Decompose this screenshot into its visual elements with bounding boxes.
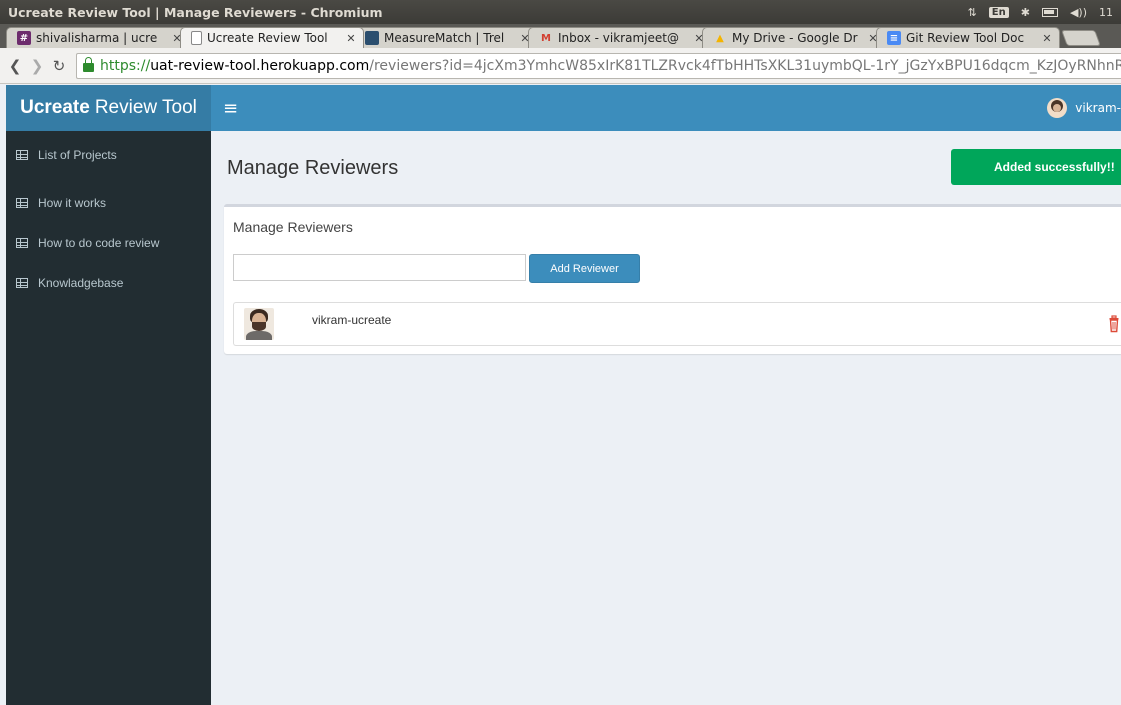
browser-tab-strip: # shivalisharma | ucre ✕ Ucreate Review … xyxy=(0,24,1121,48)
app-root: Ucreate Review Tool ≡ vikram- List of Pr… xyxy=(6,85,1121,705)
back-button[interactable]: ❮ xyxy=(4,53,26,79)
reviewer-name: vikram-ucreate xyxy=(312,313,392,327)
sidebar-item-label: How it works xyxy=(38,196,107,210)
main-content: Manage Reviewers Added successfully!! Ma… xyxy=(211,131,1121,705)
list-item: vikram-ucreate xyxy=(233,302,1121,346)
close-icon[interactable]: ✕ xyxy=(345,32,357,45)
bluetooth-icon[interactable]: ✱ xyxy=(1021,6,1030,19)
manage-reviewers-box: Manage Reviewers Add Reviewer vikram-ucr… xyxy=(224,204,1121,354)
brand-logo[interactable]: Ucreate Review Tool xyxy=(6,85,211,131)
table-icon xyxy=(16,198,28,208)
tab-label: Git Review Tool Doc xyxy=(906,31,1025,45)
table-icon xyxy=(16,278,28,288)
trello-icon xyxy=(365,31,379,45)
tab-label: shivalisharma | ucre xyxy=(36,31,158,45)
reload-button[interactable]: ↻ xyxy=(48,53,70,79)
top-navbar: ≡ vikram- xyxy=(211,85,1121,131)
page-title: Manage Reviewers xyxy=(227,157,399,179)
sidebar-item-label: How to do code review xyxy=(38,236,160,250)
table-icon xyxy=(16,150,28,160)
close-icon[interactable]: ✕ xyxy=(1041,32,1053,45)
network-icon[interactable]: ⇅ xyxy=(968,6,977,19)
browser-tab-gmail[interactable]: M Inbox - vikramjeet@ ✕ xyxy=(528,27,712,48)
browser-tab-trello[interactable]: MeasureMatch | Trel ✕ xyxy=(354,27,538,48)
avatar xyxy=(1047,98,1068,118)
window-title: Ucreate Review Tool | Manage Reviewers -… xyxy=(8,4,383,20)
docs-icon: ≡ xyxy=(887,31,901,45)
gmail-icon: M xyxy=(541,32,551,44)
tab-label: My Drive - Google Dr xyxy=(732,31,858,45)
forward-button[interactable]: ❯ xyxy=(26,53,48,79)
success-alert: Added successfully!! xyxy=(951,149,1121,185)
brand-bold: Ucreate xyxy=(20,97,90,118)
sidebar: List of Projects How it works How to do … xyxy=(6,131,211,705)
slack-icon: # xyxy=(17,31,31,45)
brand-rest: Review Tool xyxy=(94,97,197,118)
url-host: uat-review-tool.herokuapp.com xyxy=(150,57,370,74)
sidebar-item-how-to-do-code-review[interactable]: How to do code review xyxy=(6,223,211,263)
tab-label: Ucreate Review Tool xyxy=(207,31,328,45)
tab-label: Inbox - vikramjeet@ xyxy=(558,31,679,45)
keyboard-layout-indicator[interactable]: En xyxy=(988,6,1009,18)
volume-icon[interactable]: ◀)) xyxy=(1070,6,1087,19)
tab-label: MeasureMatch | Trel xyxy=(384,31,505,45)
browser-toolbar: ❮ ❯ ↻ https://uat-review-tool.herokuapp.… xyxy=(0,48,1121,84)
avatar xyxy=(244,308,274,340)
browser-tab-drive[interactable]: ▲ My Drive - Google Dr ✕ xyxy=(702,27,886,48)
box-title: Manage Reviewers xyxy=(233,219,353,235)
browser-tab-slack[interactable]: # shivalisharma | ucre ✕ xyxy=(6,27,190,48)
add-reviewer-button[interactable]: Add Reviewer xyxy=(529,254,640,283)
os-top-bar: Ucreate Review Tool | Manage Reviewers -… xyxy=(0,0,1121,24)
user-menu[interactable]: vikram- xyxy=(1047,98,1121,118)
drive-icon: ▲ xyxy=(716,32,724,44)
reviewer-input[interactable] xyxy=(233,254,526,281)
sidebar-item-list-of-projects[interactable]: List of Projects xyxy=(6,145,211,165)
sidebar-item-label: Knowladgebase xyxy=(38,276,124,290)
battery-icon[interactable] xyxy=(1041,7,1058,17)
url-path: /reviewers?id=4jcXm3YmhcW85xIrK81TLZRvck… xyxy=(369,57,1121,74)
new-tab-button[interactable] xyxy=(1061,30,1101,46)
browser-tab-review-tool[interactable]: Ucreate Review Tool ✕ xyxy=(180,27,364,48)
clock[interactable]: 11 xyxy=(1099,6,1113,19)
sidebar-item-how-it-works[interactable]: How it works xyxy=(6,183,211,223)
user-name: vikram- xyxy=(1075,101,1121,115)
sidebar-item-label: List of Projects xyxy=(38,148,117,162)
sidebar-item-knowladgebase[interactable]: Knowladgebase xyxy=(6,263,211,303)
menu-toggle-icon[interactable]: ≡ xyxy=(223,98,238,119)
page-icon xyxy=(191,31,202,45)
trash-icon[interactable] xyxy=(1109,315,1119,333)
browser-tab-docs[interactable]: ≡ Git Review Tool Doc ✕ xyxy=(876,27,1060,48)
system-tray: ⇅ En ✱ ◀)) 11 xyxy=(968,6,1113,19)
lock-icon[interactable] xyxy=(83,56,94,72)
table-icon xyxy=(16,238,28,248)
address-bar[interactable]: https://uat-review-tool.herokuapp.com/re… xyxy=(76,52,1121,79)
url-scheme: https:// xyxy=(100,57,151,74)
